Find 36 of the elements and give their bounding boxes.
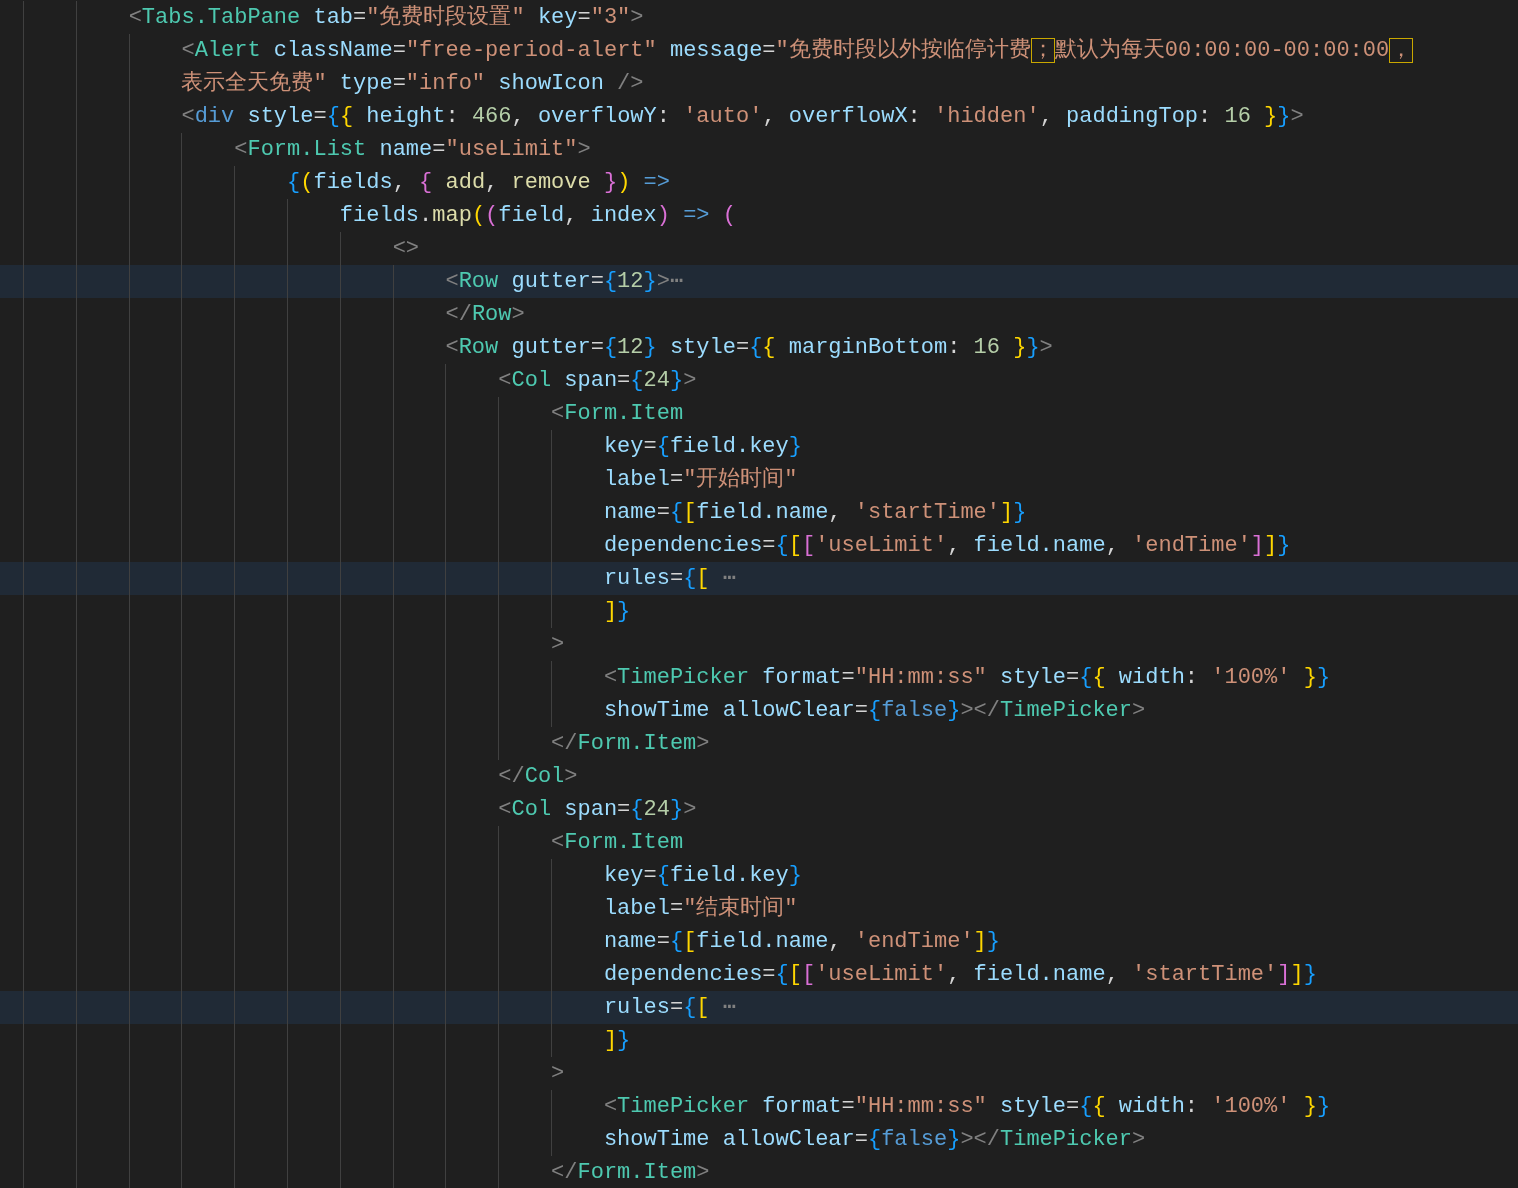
code-line: <>: [392, 235, 420, 263]
code-line: <Form.Item: [551, 400, 684, 428]
code-line: fields.map((field, index) => (: [339, 202, 736, 230]
code-line: </Form.Item>: [551, 1159, 710, 1187]
code-line: ]}: [603, 598, 631, 626]
code-line: 表示全天免费" type="info" showIcon />: [181, 70, 644, 98]
code-line: <Col span={24}>: [498, 796, 697, 824]
code-line: <TimePicker format="HH:mm:ss" style={{ width: '100%' }}: [603, 1093, 1331, 1121]
code-line: >: [551, 1060, 565, 1088]
code-line: <Row gutter={12}>⋯: [445, 268, 684, 296]
code-line: </Form.Item>: [551, 730, 710, 758]
code-line: dependencies={[['useLimit', field.name, 'endTime']]}: [603, 532, 1291, 560]
code-line: label="结束时间": [603, 895, 798, 923]
code-line: key={field.key}: [603, 862, 802, 890]
code-line: >: [551, 631, 565, 659]
code-line: {(fields, { add, remove }) =>: [287, 169, 670, 197]
code-line: label="开始时间": [603, 466, 798, 494]
code-line: key={field.key}: [603, 433, 802, 461]
code-line: name={[field.name, 'endTime']}: [603, 928, 1000, 956]
code-line: name={[field.name, 'startTime']}: [603, 499, 1027, 527]
code-line: <Row gutter={12} style={{ marginBottom: 16 }}>: [445, 334, 1053, 362]
code-line: <Form.Item: [551, 829, 684, 857]
code-line: showTime allowClear={false}></TimePicker>: [603, 697, 1146, 725]
code-line: ]}: [603, 1027, 631, 1055]
code-line: <TimePicker format="HH:mm:ss" style={{ width: '100%' }}: [603, 664, 1331, 692]
code-line: <div style={{ height: 466, overflowY: 'auto', overflowX: 'hidden', paddingTop: 16 }}>: [181, 103, 1304, 131]
code-line: <Col span={24}>: [498, 367, 697, 395]
code-line: <Alert className="free-period-alert" message="免费时段以外按临停计费；默认为每天00:00:00-00:00:00，: [181, 37, 1414, 65]
code-line: rules={[ ⋯: [603, 565, 736, 593]
code-line: <Form.List name="useLimit">: [234, 136, 591, 164]
code-line: dependencies={[['useLimit', field.name, 'startTime']]}: [603, 961, 1317, 989]
code-line: </Col>: [498, 763, 578, 791]
code-line: showTime allowClear={false}></TimePicker>: [603, 1126, 1146, 1154]
code-line: rules={[ ⋯: [603, 994, 736, 1022]
code-line: </Row>: [445, 301, 525, 329]
code-line: <Tabs.TabPane tab="免费时段设置" key="3">: [128, 4, 644, 32]
